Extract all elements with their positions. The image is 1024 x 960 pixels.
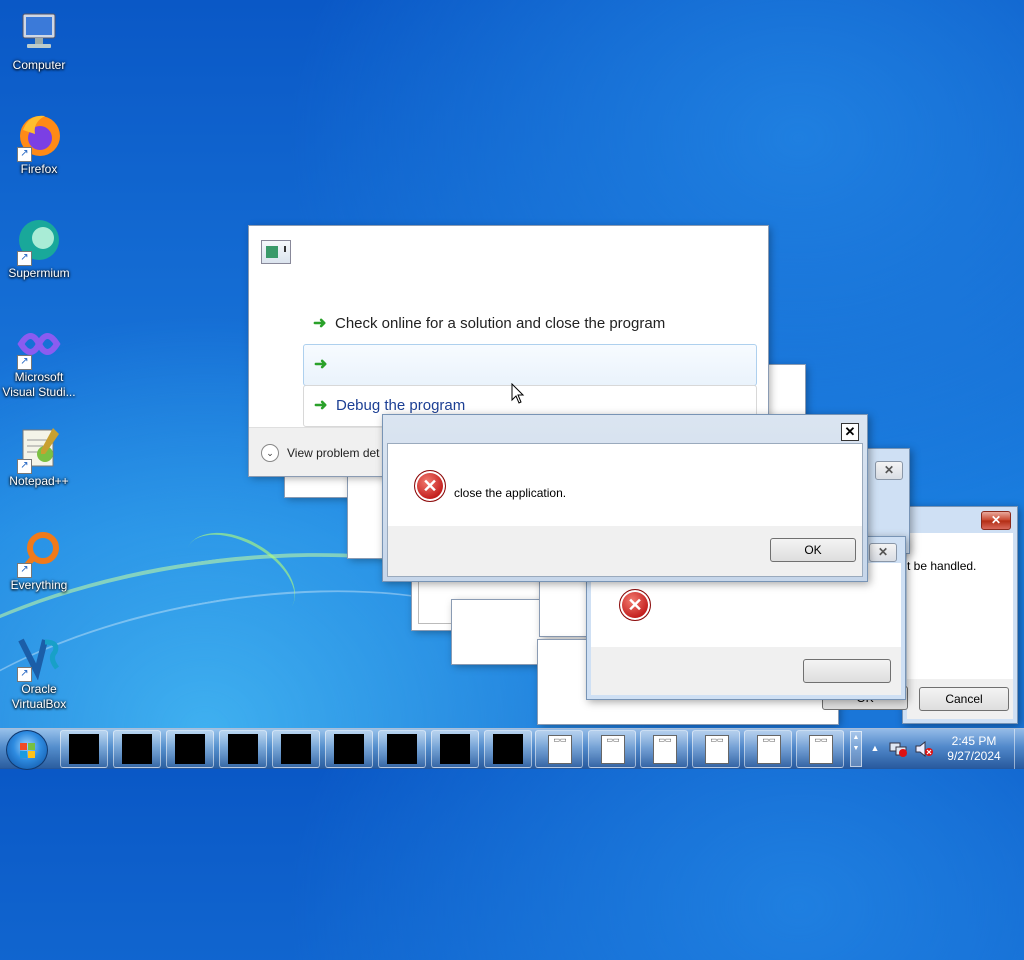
desktop-icon-label: Supermium (8, 266, 70, 280)
desktop-icon-label: Microsoft Visual Studi... (2, 370, 76, 399)
green-arrow-icon: ➜ (313, 315, 327, 332)
error-message: close the application. (454, 486, 567, 500)
taskbar-app-button[interactable]: ▭▭ (692, 730, 740, 768)
clock-time: 2:45 PM (951, 734, 997, 748)
desktop-icon-computer[interactable]: Computer (2, 8, 76, 73)
desktop-icon-label: Firefox (20, 162, 58, 176)
app-window-icon: ▭▭ (757, 735, 781, 764)
taskbar-window-button[interactable] (219, 730, 267, 768)
firefox-icon: ↗ (15, 112, 63, 162)
desktop-icon-label: Everything (10, 578, 68, 592)
clock[interactable]: 2:45 PM 9/27/2024 (938, 734, 1010, 764)
taskbar-window-button[interactable] (272, 730, 320, 768)
show-hidden-icons-button[interactable]: ▲ (868, 741, 882, 756)
taskbar-window-button[interactable] (113, 730, 161, 768)
blank-window-icon (69, 734, 99, 764)
shortcut-arrow-icon: ↗ (17, 147, 32, 162)
blank-window-icon (228, 734, 258, 764)
desktop-icon-notepadpp[interactable]: ↗ Notepad++ (2, 424, 76, 489)
app-window-icon: ▭▭ (705, 735, 729, 764)
secondary-ok-button[interactable] (803, 659, 891, 683)
app-window-icon: ▭▭ (548, 735, 572, 764)
desktop-icon-supermium[interactable]: ↗ Supermium (2, 216, 76, 281)
app-window-icon: ▭▭ (653, 735, 677, 764)
right-dialog-message: t be handled. (907, 559, 977, 573)
desktop-icon-label: Notepad++ (9, 474, 69, 488)
start-button[interactable] (6, 730, 48, 770)
computer-icon (15, 8, 63, 56)
desktop-icon-firefox[interactable]: ↗ Firefox (2, 112, 76, 177)
blank-window-icon (175, 734, 205, 764)
clock-date: 9/27/2024 (947, 749, 1001, 763)
error-dialog-close-button[interactable]: ✕ (841, 423, 859, 441)
check-online-option[interactable]: ➜ Check online for a solution and close … (303, 304, 755, 344)
desktop-icon-label: Computer (12, 58, 66, 72)
taskbar-window-button[interactable] (484, 730, 532, 768)
blank-window-icon (334, 734, 364, 764)
volume-muted-icon[interactable] (914, 740, 934, 758)
taskbar-window-button[interactable] (325, 730, 373, 768)
taskbar-window-button[interactable] (166, 730, 214, 768)
view-problem-details-link[interactable]: View problem det (287, 446, 380, 460)
virtualbox-icon: ↗ (15, 632, 63, 682)
taskbar-window-button[interactable] (60, 730, 108, 768)
taskbar-window-button[interactable] (431, 730, 479, 768)
show-desktop-button[interactable] (1014, 729, 1024, 769)
taskbar-app-button[interactable]: ▭▭ (744, 730, 792, 768)
taskbar-app-button[interactable]: ▭▭ (640, 730, 688, 768)
app-window-icon: ▭▭ (809, 735, 833, 764)
error-icon: ✕ (414, 470, 446, 502)
chevron-down-icon[interactable]: ⌄ (261, 444, 279, 462)
close-program-option[interactable]: ➜ (303, 344, 757, 386)
blank-window-icon (122, 734, 152, 764)
desktop-icon-visual-studio[interactable]: ↗ Microsoft Visual Studi... (2, 320, 76, 400)
blank-window-icon (493, 734, 523, 764)
shortcut-arrow-icon: ↗ (17, 459, 32, 474)
ok-button[interactable]: OK (770, 538, 856, 562)
taskbar-app-button[interactable]: ▭▭ (796, 730, 844, 768)
shortcut-arrow-icon: ↗ (17, 251, 32, 266)
taskbar-scroll-button[interactable]: ▲ ▼ (850, 731, 862, 767)
green-arrow-icon: ➜ (314, 356, 328, 373)
network-icon[interactable] (888, 741, 908, 757)
green-arrow-icon: ➜ (314, 397, 328, 414)
everything-icon: ↗ (15, 528, 63, 578)
mouse-cursor-icon (511, 383, 525, 404)
app-window-icon (261, 240, 291, 264)
desktop-icon-everything[interactable]: ↗ Everything (2, 528, 76, 593)
supermium-icon: ↗ (15, 216, 63, 266)
app-window-icon: ▭▭ (601, 735, 625, 764)
desktop-icon-virtualbox[interactable]: ↗ Oracle VirtualBox (2, 632, 76, 712)
blank-window-icon (440, 734, 470, 764)
wallpaper-swoosh (169, 514, 311, 639)
shortcut-arrow-icon: ↗ (17, 355, 32, 370)
shortcut-arrow-icon: ↗ (17, 667, 32, 682)
right-dialog: ✕ t be handled. Cancel (902, 506, 1018, 724)
notepadpp-icon: ↗ (15, 424, 63, 474)
taskbar-app-button[interactable]: ▭▭ (535, 730, 583, 768)
secondary-close-button[interactable]: ✕ (869, 543, 897, 562)
blank-window-icon (281, 734, 311, 764)
shortcut-arrow-icon: ↗ (17, 563, 32, 578)
taskbar-app-button[interactable]: ▭▭ (588, 730, 636, 768)
taskbar: ▭▭ ▭▭ ▭▭ ▭▭ ▭▭ ▭▭ ▲ ▼ ▲ 2:45 PM 9/27/2024 (0, 728, 1024, 770)
background-dialog-close-button[interactable]: ✕ (875, 461, 903, 480)
taskbar-window-button[interactable] (378, 730, 426, 768)
cancel-button[interactable]: Cancel (919, 687, 1009, 711)
error-dialog: ✕ ✕ close the application. OK (382, 414, 868, 582)
visual-studio-icon: ↗ (15, 320, 63, 370)
right-dialog-close-button[interactable]: ✕ (981, 511, 1011, 530)
blank-window-icon (387, 734, 417, 764)
desktop-icon-label: Oracle VirtualBox (11, 682, 67, 711)
error-icon: ✕ (619, 589, 651, 621)
